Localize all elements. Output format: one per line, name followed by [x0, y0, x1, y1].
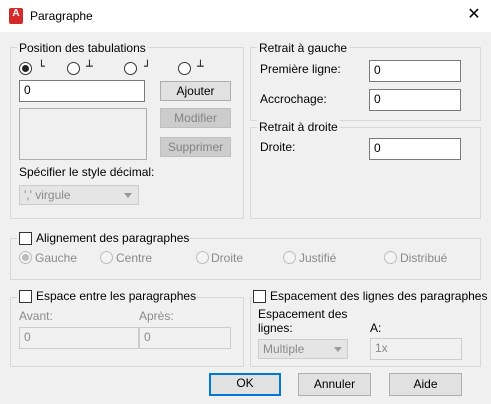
- modify-button[interactable]: Modifier: [160, 108, 231, 128]
- tab-right-radio[interactable]: [124, 62, 137, 75]
- align-justify-radio[interactable]: [283, 251, 296, 264]
- first-line-input[interactable]: 0: [369, 60, 461, 82]
- before-input[interactable]: 0: [19, 327, 139, 349]
- line-spacing-field-label-2: lignes:: [258, 321, 293, 335]
- before-label: Avant:: [19, 309, 53, 323]
- cancel-button[interactable]: Annuler: [298, 373, 371, 396]
- tab-center-icon: ┴: [86, 60, 93, 73]
- line-spacing-checkbox[interactable]: [253, 290, 266, 303]
- app-icon: A: [9, 8, 23, 24]
- decimal-style-label: Spécifier le style décimal:: [19, 165, 155, 179]
- tab-position-input[interactable]: 0: [19, 80, 145, 102]
- alignment-label: Alignement des paragraphes: [36, 231, 190, 245]
- paragraph-spacing-label: Espace entre les paragraphes: [36, 289, 197, 303]
- close-icon[interactable]: ✕: [462, 4, 486, 26]
- right-input[interactable]: 0: [369, 138, 461, 160]
- hanging-input[interactable]: 0: [369, 89, 461, 111]
- after-label: Après:: [139, 309, 174, 323]
- delete-button[interactable]: Supprimer: [160, 137, 231, 157]
- decimal-style-select[interactable]: ',' virgule: [19, 185, 139, 205]
- line-spacing-label: Espacement des lignes des paragraphes: [270, 289, 488, 303]
- align-center-radio[interactable]: [100, 251, 113, 264]
- at-label: A:: [370, 321, 382, 335]
- tab-decimal-radio[interactable]: [178, 62, 191, 75]
- align-right-radio[interactable]: [196, 251, 209, 264]
- tab-right-icon: ┘: [144, 60, 151, 73]
- tab-list[interactable]: [19, 108, 147, 160]
- add-button[interactable]: Ajouter: [160, 81, 231, 101]
- chevron-down-icon: [124, 193, 132, 198]
- tab-left-radio[interactable]: [19, 62, 32, 75]
- line-spacing-field-label-1: Espacement des: [258, 307, 348, 321]
- right-indent-legend: Retrait à droite: [257, 120, 340, 134]
- tab-position-legend: Position des tabulations: [17, 41, 148, 55]
- align-distribute-radio[interactable]: [384, 251, 397, 264]
- tab-decimal-icon: ┴: [197, 60, 204, 73]
- decimal-style-value: ',' virgule: [24, 188, 71, 202]
- at-input[interactable]: 1x: [370, 338, 462, 360]
- ok-button[interactable]: OK: [209, 373, 281, 396]
- tab-left-icon: └: [38, 60, 45, 73]
- paragraph-spacing-checkbox[interactable]: [19, 290, 32, 303]
- left-indent-legend: Retrait à gauche: [257, 41, 350, 55]
- align-right-label: Droite: [211, 251, 244, 265]
- tab-center-radio[interactable]: [67, 62, 80, 75]
- line-spacing-value: Multiple: [263, 342, 305, 356]
- help-button[interactable]: Aide: [389, 373, 462, 396]
- hanging-label: Accrochage:: [260, 92, 327, 106]
- align-left-label: Gauche: [35, 251, 78, 265]
- first-line-label: Première ligne:: [260, 62, 341, 76]
- align-distribute-label: Distribué: [400, 251, 448, 265]
- chevron-down-icon: [334, 347, 342, 352]
- after-input[interactable]: 0: [139, 327, 231, 349]
- alignment-checkbox[interactable]: [19, 232, 32, 245]
- align-justify-label: Justifié: [299, 251, 337, 265]
- align-center-label: Centre: [116, 251, 153, 265]
- right-label: Droite:: [260, 140, 296, 154]
- window-title: Paragraphe: [30, 9, 93, 23]
- align-left-radio[interactable]: [19, 251, 32, 264]
